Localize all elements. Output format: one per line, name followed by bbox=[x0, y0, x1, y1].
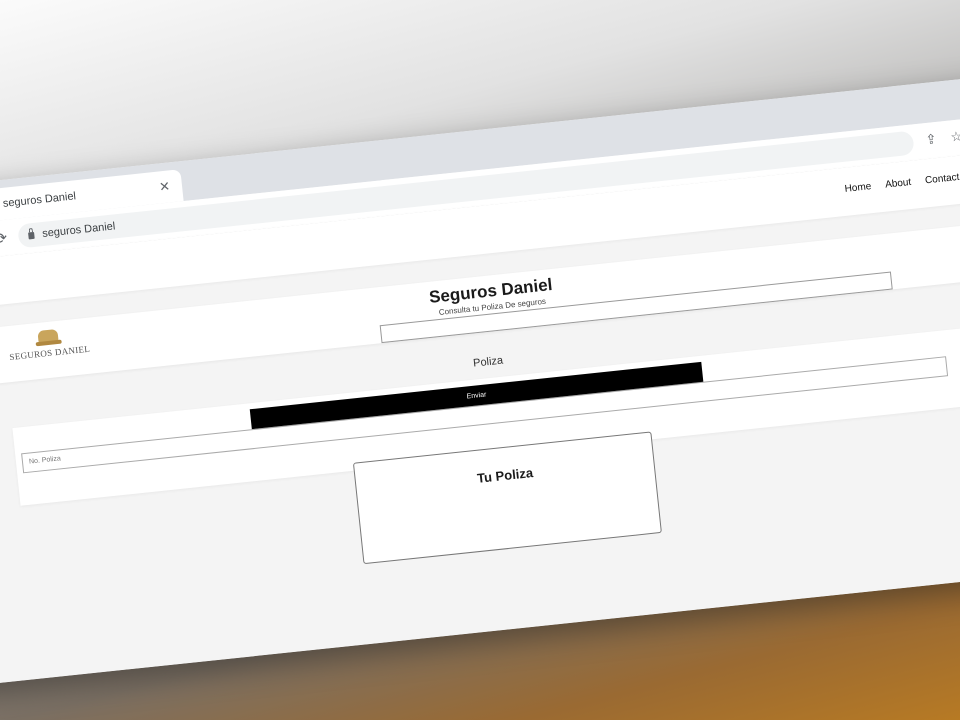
reload-icon[interactable]: ⟳ bbox=[0, 229, 8, 248]
nav-link-contact[interactable]: Contact bbox=[925, 172, 960, 187]
nav-link-about[interactable]: About bbox=[885, 177, 912, 191]
nav-link-home[interactable]: Home bbox=[844, 181, 872, 195]
url-text: seguros Daniel bbox=[41, 220, 116, 240]
lock-icon[interactable] bbox=[27, 231, 35, 239]
close-icon[interactable]: ✕ bbox=[158, 178, 171, 195]
result-title: Tu Poliza bbox=[476, 465, 534, 486]
share-icon[interactable]: ⇪ bbox=[925, 131, 938, 148]
browser-window: seguros Daniel ✕ ⟳ seguros Daniel ⇪ ☆ ⋮ … bbox=[0, 73, 960, 687]
toolbar-actions: ⇪ ☆ ⋮ bbox=[925, 126, 960, 149]
nav-links: Home About Contact bbox=[844, 172, 960, 195]
star-icon[interactable]: ☆ bbox=[950, 128, 960, 145]
rotated-screenshot: seguros Daniel ✕ ⟳ seguros Daniel ⇪ ☆ ⋮ … bbox=[0, 73, 960, 687]
